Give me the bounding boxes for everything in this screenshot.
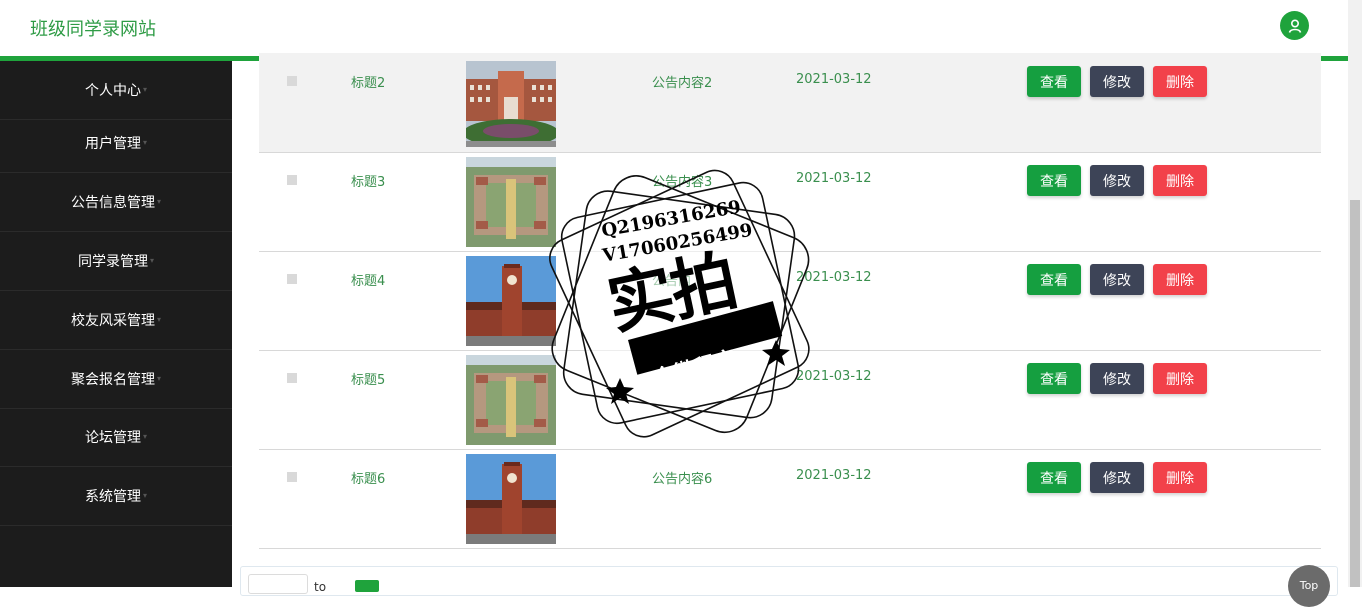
sidebar-item-classmates-management[interactable]: 同学录管理 ▾ (0, 232, 232, 291)
table-row: 标题3 公告内容3 2021-03-12 查看 修改 删除 (259, 153, 1321, 252)
edit-button[interactable]: 修改 (1090, 462, 1144, 493)
table-row: 标题4 公告内 2021-03-12 查看 修改 删除 (259, 252, 1321, 351)
sidebar-item-reunion-signup[interactable]: 聚会报名管理 ▾ (0, 350, 232, 409)
row-image (466, 355, 556, 445)
chevron-down-icon: ▾ (156, 196, 161, 206)
view-button[interactable]: 查看 (1027, 462, 1081, 493)
page-go-button[interactable] (355, 580, 379, 592)
pagination-bar (240, 566, 1338, 596)
sidebar-item-label: 聚会报名管理 (70, 372, 155, 388)
sidebar-item-label: 论坛管理 (84, 430, 141, 446)
chevron-down-icon: ▾ (156, 314, 161, 324)
delete-button[interactable]: 删除 (1153, 462, 1207, 493)
sidebar-item-label: 同学录管理 (77, 254, 148, 270)
row-content: 公告内容2 (652, 76, 713, 91)
sidebar-item-system-management[interactable]: 系统管理 ▾ (0, 467, 232, 526)
chevron-down-icon: ▾ (142, 431, 147, 441)
row-date: 2021-03-12 (796, 468, 872, 483)
sidebar-item-alumni-showcase[interactable]: 校友风采管理 ▾ (0, 291, 232, 350)
view-button[interactable]: 查看 (1027, 66, 1081, 97)
row-image (466, 454, 556, 544)
delete-button[interactable]: 删除 (1153, 165, 1207, 196)
delete-button[interactable]: 删除 (1153, 363, 1207, 394)
edit-button[interactable]: 修改 (1090, 66, 1144, 97)
edit-button[interactable]: 修改 (1090, 264, 1144, 295)
sidebar-item-label: 用户管理 (84, 136, 141, 152)
chevron-down-icon: ▾ (156, 373, 161, 383)
row-checkbox[interactable] (287, 274, 297, 284)
table-row: 标题2 公告内容2 2021-03-12 查看 修改 删除 (259, 53, 1321, 153)
view-button[interactable]: 查看 (1027, 165, 1081, 196)
pagination-text: to (314, 580, 327, 594)
row-title: 标题2 (351, 76, 386, 91)
delete-button[interactable]: 删除 (1153, 264, 1207, 295)
row-image (466, 157, 556, 247)
site-title[interactable]: 班级同学录网站 (30, 15, 156, 41)
sidebar-item-user-management[interactable]: 用户管理 ▾ (0, 114, 232, 173)
row-image (466, 61, 556, 147)
row-content: 公告内容3 (652, 175, 713, 190)
row-image (466, 256, 556, 346)
row-title: 标题6 (351, 472, 386, 487)
row-date: 2021-03-12 (796, 72, 872, 87)
announcement-table: 标题2 公告内容2 2021-03-12 查看 修改 删除 标题3 公告内容3 … (259, 53, 1321, 549)
page-size-select[interactable] (248, 574, 308, 594)
sidebar-item-label: 公告信息管理 (70, 195, 155, 211)
sidebar-menu: 个人中心 ▾ 用户管理 ▾ 公告信息管理 ▾ 同学录管理 ▾ 校友风采管理 ▾ 聚会报名管… (0, 61, 232, 587)
sidebar-item-announcement-management[interactable]: 公告信息管理 ▾ (0, 173, 232, 232)
sidebar-item-personal-center[interactable]: 个人中心 ▾ (0, 61, 232, 120)
table-row: 标题6 公告内容6 2021-03-12 查看 修改 删除 (259, 450, 1321, 549)
row-title: 标题5 (351, 373, 386, 388)
row-date: 2021-03-12 (796, 270, 872, 285)
row-title: 标题4 (351, 274, 386, 289)
top-header: 班级同学录网站 (0, 0, 1348, 56)
row-date: 2021-03-12 (796, 369, 872, 384)
view-button[interactable]: 查看 (1027, 363, 1081, 394)
row-content: 公告内容6 (652, 472, 713, 487)
sidebar-item-label: 系统管理 (84, 489, 141, 505)
sidebar-item-label: 校友风采管理 (70, 313, 155, 329)
user-icon (1288, 18, 1301, 33)
edit-button[interactable]: 修改 (1090, 165, 1144, 196)
delete-button[interactable]: 删除 (1153, 66, 1207, 97)
chevron-down-icon: ▾ (142, 137, 147, 147)
chevron-down-icon: ▾ (149, 255, 154, 265)
chevron-down-icon: ▾ (142, 490, 147, 500)
row-checkbox[interactable] (287, 76, 297, 86)
row-checkbox[interactable] (287, 472, 297, 482)
back-to-top-button[interactable]: Top (1288, 565, 1330, 607)
edit-button[interactable]: 修改 (1090, 363, 1144, 394)
scrollbar-thumb[interactable] (1350, 200, 1360, 587)
sidebar-item-label: 个人中心 (84, 83, 141, 99)
view-button[interactable]: 查看 (1027, 264, 1081, 295)
row-checkbox[interactable] (287, 175, 297, 185)
user-avatar[interactable] (1280, 11, 1309, 40)
table-row: 标题5 2021-03-12 查看 修改 删除 (259, 351, 1321, 450)
row-date: 2021-03-12 (796, 171, 872, 186)
row-title: 标题3 (351, 175, 386, 190)
row-checkbox[interactable] (287, 373, 297, 383)
sidebar-item-forum-management[interactable]: 论坛管理 ▾ (0, 408, 232, 467)
chevron-down-icon: ▾ (142, 84, 147, 94)
